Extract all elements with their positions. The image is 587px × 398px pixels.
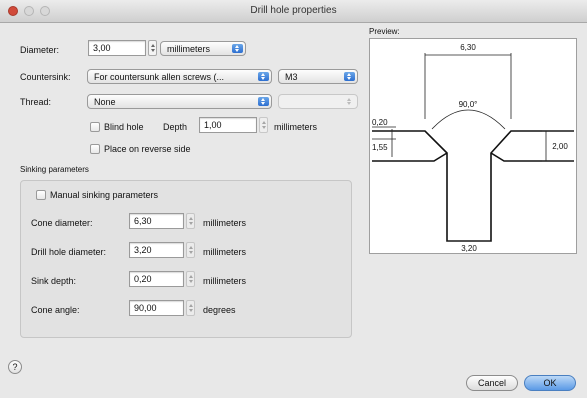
depth-unit-label: millimeters xyxy=(274,122,318,132)
top-width-dim-label: 6,30 xyxy=(460,43,476,52)
thread-select[interactable]: None xyxy=(87,94,272,109)
countersink-size-select[interactable]: M3 xyxy=(278,69,358,84)
chevron-updown-icon xyxy=(258,72,269,81)
diameter-stepper[interactable] xyxy=(148,40,157,56)
part-outline-left-bottom xyxy=(372,152,448,162)
diameter-unit-value: millimeters xyxy=(167,44,211,54)
cone-diameter-input[interactable]: 6,30 xyxy=(129,213,184,229)
cone-angle-input[interactable]: 90,00 xyxy=(129,300,184,316)
manual-sinking-checkbox[interactable] xyxy=(36,190,46,200)
bottom-width-dim-label: 3,20 xyxy=(461,244,477,253)
chevron-updown-icon xyxy=(344,72,355,81)
angle-arc xyxy=(431,109,506,130)
drill-hole-diameter-unit: millimeters xyxy=(203,247,247,257)
countersink-size-value: M3 xyxy=(285,72,298,82)
cancel-button[interactable]: Cancel xyxy=(466,375,518,391)
chevron-updown-icon xyxy=(232,44,243,53)
help-button[interactable]: ? xyxy=(8,360,22,374)
diameter-label: Diameter: xyxy=(20,45,60,55)
reverse-side-checkbox[interactable] xyxy=(90,144,100,154)
diameter-input[interactable]: 3,00 xyxy=(88,40,146,56)
cone-angle-label: Cone angle: xyxy=(31,305,80,315)
cone-diameter-stepper[interactable] xyxy=(186,213,195,229)
thread-value: None xyxy=(94,97,116,107)
cone-angle-unit: degrees xyxy=(203,305,236,315)
preview-panel: 6,30 90,0° 0,20 1,55 2,00 3,20 xyxy=(369,38,577,254)
cone-diameter-unit: millimeters xyxy=(203,218,247,228)
right-dim-label: 2,00 xyxy=(552,142,568,151)
depth-stepper[interactable] xyxy=(259,117,268,133)
dialog-window: Drill hole properties Diameter: 3,00 mil… xyxy=(0,0,587,398)
thread-size-select xyxy=(278,94,358,109)
part-outline-top xyxy=(372,130,574,242)
countersink-label: Countersink: xyxy=(20,72,71,82)
angle-dim-label: 90,0° xyxy=(459,100,478,109)
sink-depth-unit: millimeters xyxy=(203,276,247,286)
cone-angle-stepper[interactable] xyxy=(186,300,195,316)
depth-input[interactable]: 1,00 xyxy=(199,117,257,133)
drill-hole-diameter-stepper[interactable] xyxy=(186,242,195,258)
sink-depth-label: Sink depth: xyxy=(31,276,77,286)
depth-label: Depth xyxy=(163,122,188,132)
left-lower-dim-label: 1,55 xyxy=(372,143,388,152)
sinking-parameters-group: Manual sinking parameters Cone diameter:… xyxy=(20,180,352,338)
window-title: Drill hole properties xyxy=(250,5,337,16)
drill-hole-diameter-input[interactable]: 3,20 xyxy=(129,242,184,258)
cone-diameter-label: Cone diameter: xyxy=(31,218,93,228)
countersink-type-select[interactable]: For countersunk allen screws (... xyxy=(87,69,272,84)
diameter-unit-select[interactable]: millimeters xyxy=(160,41,246,56)
manual-sinking-label: Manual sinking parameters xyxy=(50,190,159,200)
preview-label: Preview: xyxy=(369,27,400,36)
thread-label: Thread: xyxy=(20,97,52,107)
blind-hole-label: Blind hole xyxy=(104,122,144,132)
sink-depth-input[interactable]: 0,20 xyxy=(129,271,184,287)
countersink-type-value: For countersunk allen screws (... xyxy=(94,72,225,82)
title-bar: Drill hole properties xyxy=(0,0,587,23)
ok-button[interactable]: OK xyxy=(524,375,576,391)
part-outline-right-bottom xyxy=(490,152,574,162)
sinking-section-label: Sinking parameters xyxy=(20,165,89,174)
countersink-preview-diagram: 6,30 90,0° 0,20 1,55 2,00 3,20 xyxy=(372,43,574,253)
blind-hole-checkbox[interactable] xyxy=(90,122,100,132)
sink-depth-stepper[interactable] xyxy=(186,271,195,287)
chevron-updown-icon xyxy=(258,97,269,106)
drill-hole-diameter-label: Drill hole diameter: xyxy=(31,247,107,257)
reverse-side-label: Place on reverse side xyxy=(104,144,191,154)
chevron-updown-icon xyxy=(344,97,355,106)
left-upper-dim-label: 0,20 xyxy=(372,118,388,127)
